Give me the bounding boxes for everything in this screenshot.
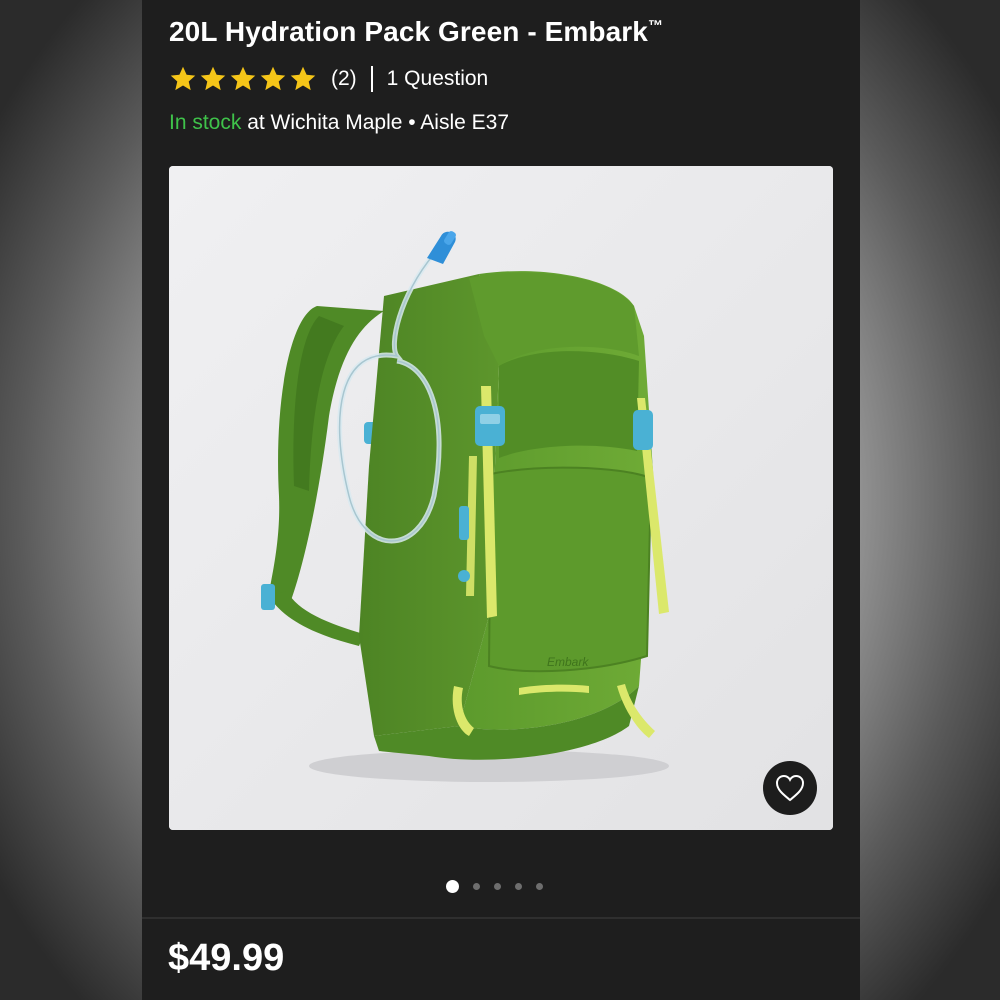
favorite-button[interactable]	[763, 761, 817, 815]
rating-divider	[370, 66, 373, 92]
product-title-text: 20L Hydration Pack Green - Embark	[169, 16, 648, 47]
review-count-link[interactable]: (2)	[331, 67, 357, 91]
stock-status: In stock	[169, 111, 242, 134]
carousel-dot[interactable]	[515, 883, 522, 890]
heart-outline-icon	[775, 774, 805, 802]
star-icon	[290, 66, 316, 91]
carousel-dot[interactable]	[536, 883, 543, 890]
product-panel: 20L Hydration Pack Green - Embark™ (2) 1…	[142, 0, 860, 1000]
star-icon	[230, 66, 256, 91]
carousel-pagination	[446, 880, 543, 893]
rating-row: (2) 1 Question	[169, 64, 488, 94]
product-image-carousel[interactable]: Embark	[169, 166, 833, 830]
section-divider	[142, 917, 860, 919]
star-icon	[200, 66, 226, 91]
star-icon	[260, 66, 286, 91]
star-icon	[170, 66, 196, 91]
star-rating[interactable]	[169, 65, 317, 93]
carousel-dot[interactable]	[473, 883, 480, 890]
product-title: 20L Hydration Pack Green - Embark™	[169, 16, 663, 48]
questions-link[interactable]: 1 Question	[387, 67, 489, 91]
product-price: $49.99	[168, 937, 285, 979]
product-image: Embark	[169, 166, 833, 830]
store-location[interactable]: at Wichita Maple • Aisle E37	[241, 111, 509, 134]
brand-label-on-bag: Embark	[547, 655, 589, 669]
carousel-dot[interactable]	[446, 880, 459, 893]
carousel-dot[interactable]	[494, 883, 501, 890]
availability-row: In stock at Wichita Maple • Aisle E37	[169, 111, 509, 135]
trademark-symbol: ™	[647, 17, 664, 35]
